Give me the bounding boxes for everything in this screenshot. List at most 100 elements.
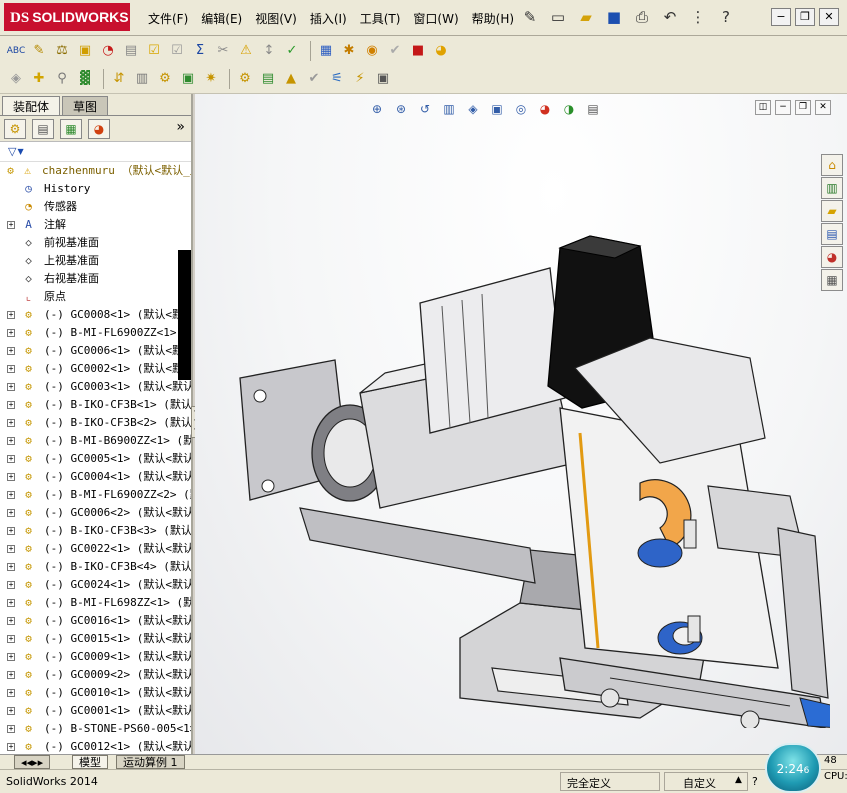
expand-toggle-icon[interactable]: + [7, 743, 15, 751]
display-style-icon[interactable]: ▣ [487, 100, 507, 118]
tab-model[interactable]: 模型 [72, 755, 108, 769]
undo-icon[interactable]: ↶ [658, 5, 682, 29]
doc-minimize-icon[interactable]: − [775, 100, 791, 115]
mate-icon[interactable]: ⚲ [52, 69, 72, 89]
tree-component[interactable]: + ⚙ (-) GC0016<1> (默认<默认 [0, 612, 191, 630]
expand-toggle-icon[interactable]: + [7, 599, 15, 607]
tree-component[interactable]: + ⚙ (-) GC0009<1> (默认<默认 [0, 648, 191, 666]
tree-component[interactable]: + ⚙ (-) GC0008<1> (默认<默认 [0, 306, 191, 324]
expand-toggle-icon[interactable]: + [7, 365, 15, 373]
tree-component[interactable]: + ⚙ (-) B-MI-FL6900ZZ<2> (默认 [0, 486, 191, 504]
tree-component[interactable]: + ⚙ (-) GC0024<1> (默认<默认 [0, 576, 191, 594]
zoom-area-icon[interactable]: ⊛ [391, 100, 411, 118]
graphics-area[interactable]: ⊕ ⊛ ↺ ▥ ◈ ▣ ◎ ◕ ◑ ▤ ◫ − ❐ ✕ ⌂ ▥ ▰ ▤ ◕ ▦ [195, 94, 847, 756]
tab-motion-study[interactable]: 运动算例 1 [116, 755, 185, 769]
expand-toggle-icon[interactable]: + [7, 545, 15, 553]
expand-toggle-icon[interactable]: + [7, 707, 15, 715]
view-palette-icon[interactable]: ▣ [373, 69, 393, 89]
tree-component[interactable]: + ⚙ (-) B-IKO-CF3B<2> (默认<< [0, 414, 191, 432]
reference-icon[interactable]: ↕ [259, 41, 279, 61]
tab-sketch[interactable]: 草图 [62, 96, 109, 115]
tree-component[interactable]: + ⚙ (-) GC0002<1> (默认<默认 [0, 360, 191, 378]
check-icon[interactable]: ◔ [98, 41, 118, 61]
tree-component[interactable]: + ⚙ (-) B-MI-FL6900ZZ<1> (默认 [0, 324, 191, 342]
tree-component[interactable]: + ⚙ (-) B-STONE-PS60-005<1> [0, 720, 191, 738]
section-icon[interactable]: ⚟ [327, 69, 347, 89]
mass-icon[interactable]: ⚖ [52, 41, 72, 61]
simulate-icon[interactable]: ☑ [144, 41, 164, 61]
filter-dropdown-icon[interactable]: ▼ [17, 147, 23, 156]
tree-component[interactable]: + ⚙ (-) B-IKO-CF3B<3> (默认<< [0, 522, 191, 540]
split-icon[interactable]: ◫ [755, 100, 771, 115]
appearance-icon[interactable]: ◕ [88, 118, 110, 139]
menu-help[interactable]: 帮助(H) [472, 10, 514, 27]
snap-icon[interactable]: ✂ [213, 41, 233, 61]
tree-item[interactable]: ◇ 前视基准面 [0, 234, 191, 252]
property-icon[interactable]: ▤ [32, 118, 54, 139]
expand-panel-icon[interactable]: » [176, 119, 185, 135]
edit-appearance-icon[interactable]: ◕ [535, 100, 555, 118]
assembly-feature-icon[interactable]: ▥ [132, 69, 152, 89]
tree-component[interactable]: + ⚙ (-) B-IKO-CF3B<4> (默认<< [0, 558, 191, 576]
assembly-model-view[interactable]: Y X Z [230, 228, 830, 728]
tree-item[interactable]: + A 注解 [0, 216, 191, 234]
home-icon[interactable]: ⌂ [821, 154, 843, 176]
tree-component[interactable]: + ⚙ (-) GC0006<2> (默认<默认 [0, 504, 191, 522]
expand-toggle-icon[interactable]: + [7, 221, 15, 229]
open-icon[interactable]: ▰ [574, 5, 598, 29]
mass-icon[interactable]: ⚡ [350, 69, 370, 89]
expand-toggle-icon[interactable]: + [7, 473, 15, 481]
edit-icon[interactable]: ⚙ [235, 69, 255, 89]
tree-component[interactable]: + ⚙ (-) GC0010<1> (默认<默认 [0, 684, 191, 702]
tree-component[interactable]: + ⚙ (-) GC0012<1> (默认<默认 [0, 738, 191, 754]
section-view-icon[interactable]: ▥ [439, 100, 459, 118]
menu-view[interactable]: 视图(V) [255, 10, 297, 27]
nav-arrows[interactable]: ◂◂▸▸ [14, 755, 51, 769]
move-icon[interactable]: ⇵ [109, 69, 129, 89]
hide-show-icon[interactable]: ◎ [511, 100, 531, 118]
minimize-icon[interactable]: − [771, 8, 791, 26]
stats-icon[interactable]: ✔ [385, 41, 405, 61]
tree-component[interactable]: + ⚙ (-) GC0005<1> (默认<默认 [0, 450, 191, 468]
expand-toggle-icon[interactable]: + [7, 671, 15, 679]
tree-root[interactable]: ⚙ ⚠ chazhenmuru （默认<默认_显 [0, 162, 191, 180]
new-doc-icon[interactable]: ▭ [546, 5, 570, 29]
menu-file[interactable]: 文件(F) [148, 10, 188, 27]
view-orientation-icon[interactable]: ◈ [463, 100, 483, 118]
previous-view-icon[interactable]: ↺ [415, 100, 435, 118]
doc-restore-icon[interactable]: ❐ [795, 100, 811, 115]
expand-toggle-icon[interactable]: + [7, 527, 15, 535]
tree-component[interactable]: + ⚙ (-) GC0022<1> (默认<默认 [0, 540, 191, 558]
interference-icon[interactable]: ▦ [316, 41, 336, 61]
import-icon[interactable]: ✓ [282, 41, 302, 61]
expand-toggle-icon[interactable]: + [7, 311, 15, 319]
measure-icon[interactable]: ✎ [29, 41, 49, 61]
tree-item[interactable]: ⌞ 原点 [0, 288, 191, 306]
expand-toggle-icon[interactable]: + [7, 491, 15, 499]
expand-toggle-icon[interactable]: + [7, 329, 15, 337]
expand-toggle-icon[interactable]: + [7, 401, 15, 409]
tree-component[interactable]: + ⚙ (-) GC0001<1> (默认<默认 [0, 702, 191, 720]
tree-component[interactable]: + ⚙ (-) GC0004<1> (默认<默认 [0, 468, 191, 486]
options-icon[interactable]: ⋮ [686, 5, 710, 29]
doc-close-icon[interactable]: ✕ [815, 100, 831, 115]
tree-item[interactable]: ◇ 右视基准面 [0, 270, 191, 288]
tab-assembly[interactable]: 装配体 [2, 96, 61, 115]
file-explorer-icon[interactable]: ▰ [821, 200, 843, 222]
print-icon[interactable]: ⎙ [630, 5, 654, 29]
expand-toggle-icon[interactable]: + [7, 419, 15, 427]
help-icon[interactable]: ? [714, 5, 738, 29]
tree-component[interactable]: + ⚙ (-) B-IKO-CF3B<1> (默认<< [0, 396, 191, 414]
menu-insert[interactable]: 插入(I) [310, 10, 347, 27]
menu-window[interactable]: 窗口(W) [413, 10, 458, 27]
stats-icon[interactable]: ▤ [121, 41, 141, 61]
expand-toggle-icon[interactable]: + [7, 635, 15, 643]
solidworks-logo[interactable]: DS SOLIDWORKS [4, 3, 130, 31]
appearance-icon[interactable]: ◕ [431, 41, 451, 61]
palette-icon[interactable]: ◉ [362, 41, 382, 61]
expand-toggle-icon[interactable]: + [7, 725, 15, 733]
tree-component[interactable]: + ⚙ (-) GC0003<1> (默认<默认 [0, 378, 191, 396]
red-square-icon[interactable]: ■ [408, 41, 428, 61]
tree-component[interactable]: + ⚙ (-) B-MI-B6900ZZ<1> (默认 [0, 432, 191, 450]
expand-toggle-icon[interactable]: + [7, 383, 15, 391]
